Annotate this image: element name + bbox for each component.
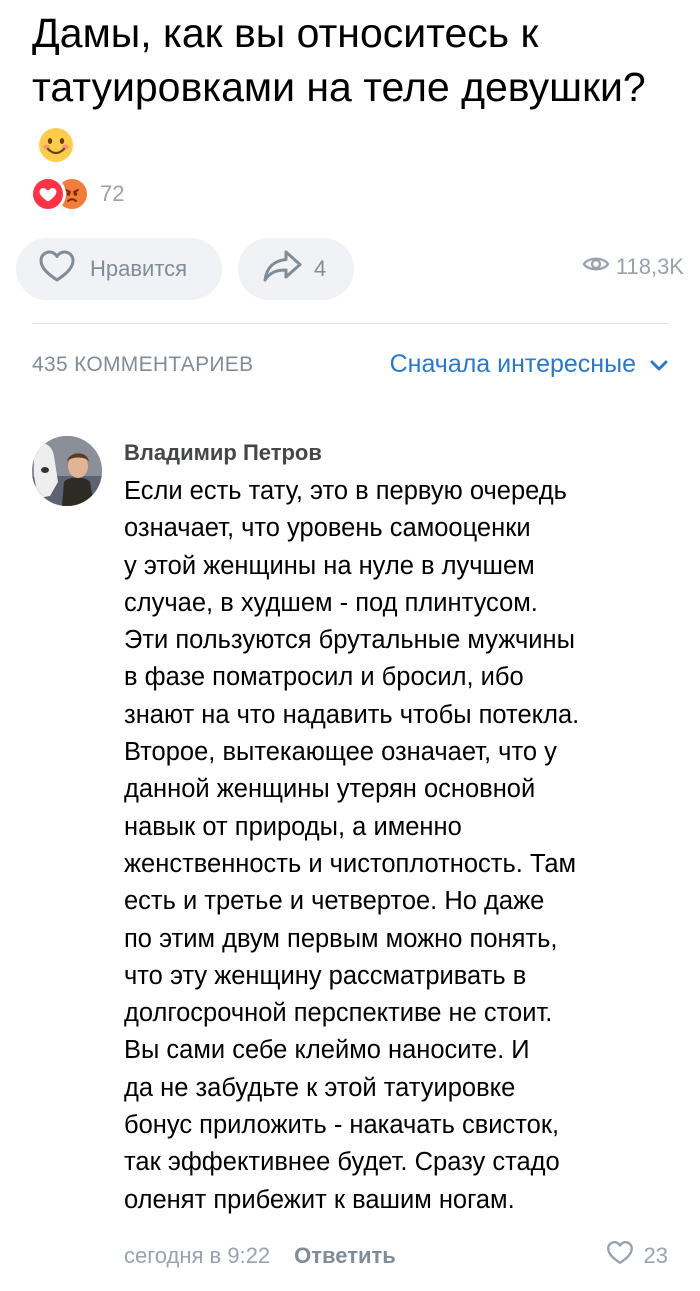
post-page: Дамы, как вы относитесь к татуировками н… <box>0 0 700 1291</box>
comment-timestamp: сегодня в 9:22 <box>124 1243 271 1268</box>
post-reactions[interactable]: 72 <box>30 176 124 212</box>
heart-reaction-icon <box>30 176 66 212</box>
share-arrow-icon <box>262 249 304 289</box>
views-count: 118,3K <box>615 254 684 279</box>
share-count: 4 <box>314 256 327 281</box>
heart-outline-icon <box>38 249 76 289</box>
post-title: Дамы, как вы относитесь к татуировками н… <box>32 6 672 168</box>
reactions-count: 72 <box>100 181 125 206</box>
eye-icon <box>582 254 610 280</box>
comment-likes-count: 23 <box>643 1242 668 1268</box>
post-title-text: Дамы, как вы относитесь к татуировками н… <box>32 10 646 110</box>
heart-outline-icon <box>606 1240 634 1271</box>
share-button[interactable]: 4 <box>238 238 354 300</box>
like-button-label: Нравится <box>90 256 188 281</box>
comment-like-button[interactable]: 23 <box>606 1240 668 1271</box>
comments-count: 435 КОММЕНТАРИЕВ <box>32 353 254 376</box>
comment-meta: сегодня в 9:22 Ответить <box>124 1243 396 1269</box>
avatar[interactable] <box>32 436 102 506</box>
smiling-face-emoji-icon <box>38 122 74 163</box>
comments-sort-select[interactable]: Сначала интересные <box>390 350 668 379</box>
comment-text: Если есть тату, это в первую очередь озн… <box>124 477 580 1214</box>
sort-selected-label: Сначала интересные <box>389 350 636 378</box>
comment-author-name[interactable]: Владимир Петров <box>124 440 322 466</box>
divider <box>32 323 668 324</box>
reply-button[interactable]: Ответить <box>294 1243 396 1269</box>
like-button[interactable]: Нравится <box>16 238 222 300</box>
chevron-down-icon <box>650 350 668 379</box>
views-counter: 118,3K <box>582 254 684 280</box>
